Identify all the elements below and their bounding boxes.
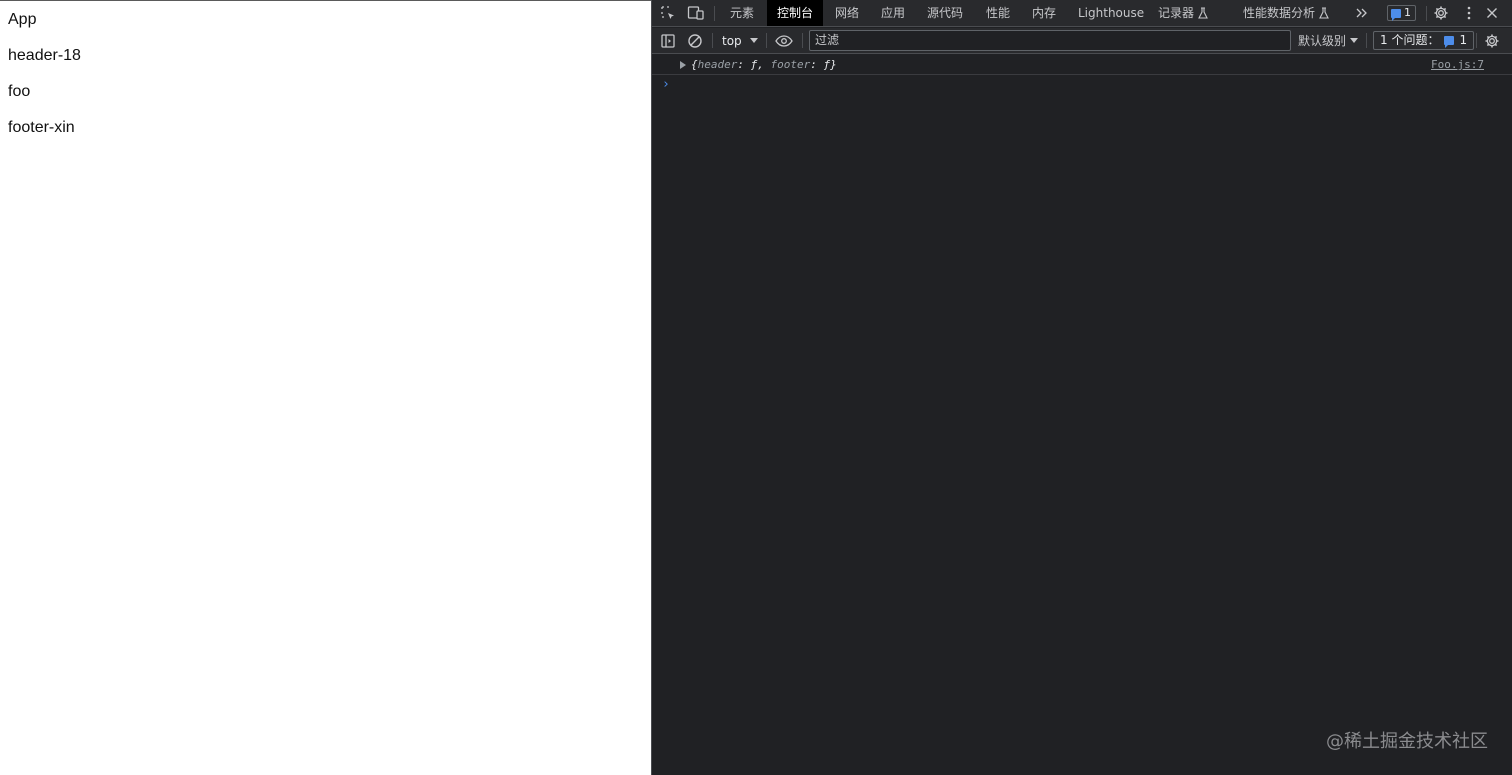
messages-badge-count: 1 [1404, 6, 1411, 19]
expand-triangle-icon[interactable] [680, 61, 686, 69]
filter-input[interactable]: 过滤 [809, 30, 1291, 51]
tab-performance-insights[interactable]: 性能数据分析 [1243, 0, 1329, 26]
clear-console-icon[interactable] [685, 31, 705, 51]
tab-sources[interactable]: 源代码 [927, 0, 963, 26]
tab-separator [1426, 6, 1427, 21]
console-output: {header: ƒ, footer: ƒ} Foo.js:7 › [652, 55, 1512, 92]
device-toolbar-icon[interactable] [686, 4, 706, 22]
console-log-entry[interactable]: {header: ƒ, footer: ƒ} Foo.js:7 [652, 55, 1512, 75]
tab-recorder[interactable]: 记录器 [1158, 0, 1208, 26]
tab-lighthouse[interactable]: Lighthouse [1078, 0, 1144, 26]
tab-performance-insights-label: 性能数据分析 [1243, 6, 1316, 20]
object-colon: : [737, 58, 751, 71]
context-label: top [722, 34, 742, 48]
tab-network[interactable]: 网络 [835, 0, 859, 26]
flask-icon [1319, 2, 1329, 28]
object-comma: , [757, 58, 771, 71]
console-toolbar: top 过滤 默认级别 1 个问题： 1 [652, 28, 1512, 54]
toolbar-separator [802, 33, 803, 48]
issues-button[interactable]: 1 个问题： 1 [1373, 31, 1475, 50]
flask-icon [1198, 2, 1208, 28]
tab-console[interactable]: 控制台 [767, 0, 824, 26]
console-settings-icon[interactable] [1482, 31, 1502, 51]
text-app: App [8, 11, 37, 28]
tab-elements[interactable]: 元素 [730, 0, 754, 26]
devtools-panel: 元素 控制台 网络 应用 源代码 性能 内存 Lighthouse 记录器 性能… [651, 0, 1512, 775]
toolbar-separator [712, 33, 713, 48]
log-levels-label: 默认级别 [1298, 34, 1347, 48]
toolbar-separator [1476, 33, 1477, 48]
close-icon[interactable] [1482, 4, 1502, 22]
issues-count: 1 [1459, 33, 1468, 47]
inspect-element-icon[interactable] [658, 4, 678, 22]
double-chevron-right-icon[interactable] [1352, 4, 1372, 22]
text-footer: footer-xin [8, 119, 75, 136]
messages-badge[interactable]: 1 [1387, 5, 1416, 21]
tab-recorder-label: 记录器 [1158, 6, 1195, 20]
eye-icon[interactable] [774, 31, 794, 51]
tab-performance[interactable]: 性能 [986, 0, 1010, 26]
object-key: header [697, 58, 738, 71]
sidebar-toggle-icon[interactable] [658, 31, 678, 51]
chevron-down-icon [1350, 38, 1359, 43]
tab-application[interactable]: 应用 [881, 0, 905, 26]
logged-object[interactable]: {header: ƒ, footer: ƒ} [691, 58, 837, 72]
toolbar-separator [1366, 33, 1367, 48]
tab-separator [714, 6, 715, 21]
gear-icon[interactable] [1431, 4, 1451, 22]
toolbar-separator [766, 33, 767, 48]
context-selector[interactable]: top [722, 32, 758, 50]
message-icon [1444, 36, 1455, 48]
object-brace: { [691, 58, 698, 71]
watermark: @稀土掘金技术社区 [1326, 731, 1488, 752]
log-levels-dropdown[interactable]: 默认级别 [1298, 32, 1359, 50]
text-header: header-18 [8, 47, 81, 64]
text-foo: foo [8, 83, 31, 100]
tab-memory[interactable]: 内存 [1032, 0, 1056, 26]
kebab-menu-icon[interactable] [1459, 4, 1479, 22]
object-key: footer [770, 58, 811, 71]
object-colon: : [810, 58, 824, 71]
issues-label: 1 个问题： [1380, 33, 1440, 47]
source-link[interactable]: Foo.js:7 [1431, 58, 1484, 72]
message-icon [1391, 8, 1401, 21]
object-brace: } [830, 58, 837, 71]
console-prompt-icon[interactable]: › [662, 77, 670, 92]
page-viewport: App header-18 foo footer-xin [0, 0, 651, 775]
devtools-tab-bar: 元素 控制台 网络 应用 源代码 性能 内存 Lighthouse 记录器 性能… [652, 0, 1512, 27]
chevron-down-icon [749, 38, 758, 43]
